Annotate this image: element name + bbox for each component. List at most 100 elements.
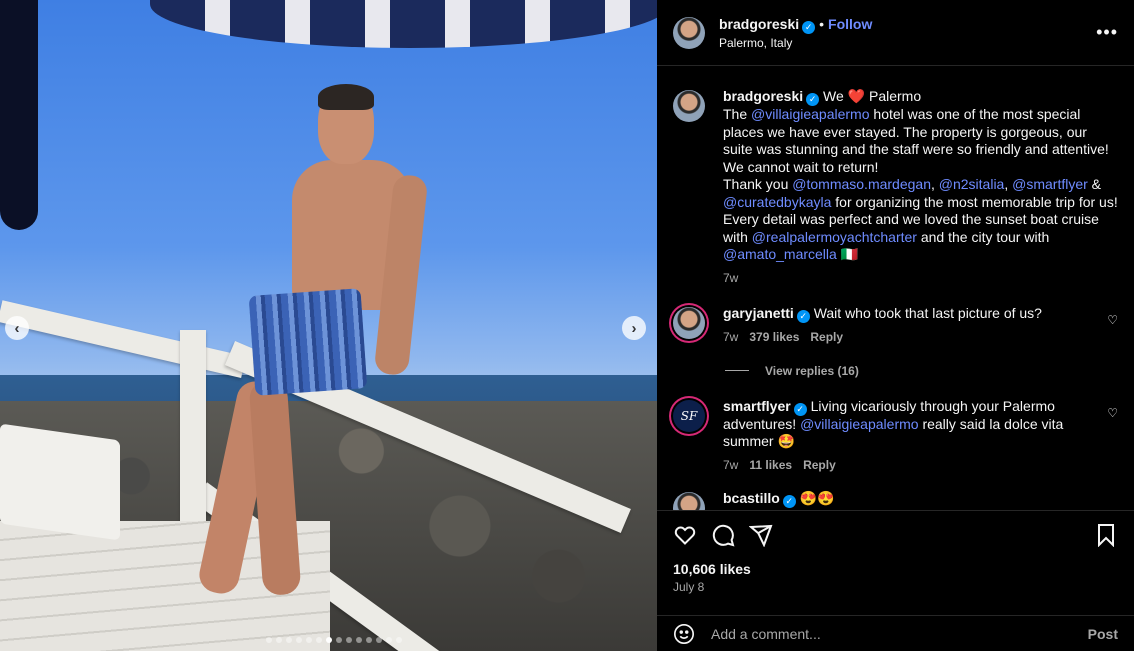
carousel-dot: [276, 637, 282, 643]
like-comment-heart-icon[interactable]: ♡: [1107, 313, 1118, 344]
comment-meta: 7w 11 likes Reply: [723, 458, 1099, 472]
emoji-picker-icon[interactable]: [673, 623, 695, 645]
follow-button[interactable]: Follow: [828, 16, 872, 32]
instagram-post-modal: ‹ › bradgoreski ✓ • Follow Palermo, Italy •…: [0, 0, 1134, 651]
comment-item: SF smartflyer ✓ Living vicariously throug…: [657, 398, 1134, 472]
caption-username[interactable]: bradgoreski: [723, 88, 803, 104]
commenter-avatar[interactable]: [673, 491, 705, 510]
comment-input[interactable]: [711, 625, 1088, 642]
carousel-dot: [266, 637, 272, 643]
mention-link[interactable]: @amato_marcella: [723, 246, 837, 262]
comment-body: bcastillo ✓ 😍😍: [723, 490, 1118, 511]
share-send-icon[interactable]: [749, 523, 773, 547]
add-comment-bar: Post: [657, 615, 1134, 651]
comment-text: garyjanetti ✓ Wait who took that last pic…: [723, 305, 1099, 323]
comment-body: smartflyer ✓ Living vicariously through y…: [723, 398, 1099, 472]
like-heart-icon[interactable]: [673, 523, 697, 547]
replies-divider-line: [725, 370, 749, 371]
more-options-icon[interactable]: •••: [1096, 22, 1118, 43]
carousel-dots: [266, 637, 402, 643]
carousel-dot: [306, 637, 312, 643]
caption-meta: 7w: [723, 271, 1118, 285]
comment-timestamp[interactable]: 7w: [723, 330, 738, 344]
caption-segment: Thank you: [723, 176, 793, 192]
save-bookmark-icon[interactable]: [1094, 523, 1118, 547]
comments-scroll-area[interactable]: bradgoreski ✓ We ❤️ Palermo The @villaigi…: [657, 66, 1134, 510]
verified-badge-icon: ✓: [782, 494, 796, 508]
post-location[interactable]: Palermo, Italy: [719, 36, 1096, 50]
carousel-dot: [386, 637, 392, 643]
mention-link[interactable]: @n2sitalia: [939, 176, 1005, 192]
commenter-username[interactable]: garyjanetti: [723, 305, 794, 321]
caption-segment: and the city tour with: [916, 228, 1050, 245]
carousel-dot: [336, 637, 342, 643]
post-comment-button[interactable]: Post: [1088, 626, 1118, 642]
caption-body: bradgoreski ✓ We ❤️ Palermo The @villaigi…: [723, 88, 1118, 285]
mention-link[interactable]: @villaigieapalermo: [751, 106, 870, 122]
caption-text: bradgoreski ✓ We ❤️ Palermo The @villaigi…: [723, 88, 1118, 264]
verified-badge-icon: ✓: [793, 402, 807, 416]
caption-segment: The: [723, 106, 752, 122]
caption-segment: We: [819, 88, 848, 104]
reply-button[interactable]: Reply: [803, 458, 836, 472]
carousel-dot: [356, 637, 362, 643]
author-info: bradgoreski ✓ • Follow Palermo, Italy: [719, 16, 1096, 50]
mention-link[interactable]: @realpalermoyachtcharter: [752, 229, 917, 245]
mention-link[interactable]: @curatedbykayla: [723, 194, 831, 210]
post-sidebar: bradgoreski ✓ • Follow Palermo, Italy ••• b…: [657, 0, 1134, 651]
reply-button[interactable]: Reply: [810, 330, 843, 344]
caption-segment: ,: [1004, 176, 1013, 192]
carousel-dot: [286, 637, 292, 643]
comment-timestamp[interactable]: 7w: [723, 458, 738, 472]
caption-segment: ,: [930, 176, 939, 192]
mention-link[interactable]: @smartflyer: [1012, 176, 1088, 192]
comment-item: bcastillo ✓ 😍😍: [657, 490, 1134, 511]
verified-badge-icon: ✓: [806, 93, 820, 106]
separator-dot: •: [819, 15, 825, 32]
view-replies-label: View replies (16): [765, 363, 859, 378]
carousel-dot: [366, 637, 372, 643]
carousel-next-button[interactable]: ›: [622, 316, 646, 340]
photo-person: [318, 84, 374, 110]
verified-badge-icon: ✓: [796, 309, 810, 323]
carousel-dot: [326, 637, 332, 643]
post-likes-count[interactable]: 10,606 likes: [673, 561, 751, 577]
photo-person-shorts: [248, 288, 368, 396]
like-comment-heart-icon[interactable]: ♡: [1107, 406, 1118, 472]
caption-entry: bradgoreski ✓ We ❤️ Palermo The @villaigi…: [657, 88, 1134, 285]
photo-lounge-chair: [0, 423, 120, 541]
carousel-dot: [396, 637, 402, 643]
caption-segment: &: [1087, 176, 1102, 192]
comment-likes-count[interactable]: 379 likes: [749, 330, 799, 344]
comment-body: garyjanetti ✓ Wait who took that last pic…: [723, 305, 1099, 344]
caption-timestamp[interactable]: 7w: [723, 271, 738, 285]
star-eyes-emoji: 🤩: [777, 433, 795, 449]
post-actions-bar: [657, 510, 1134, 558]
photo-railing: [180, 330, 206, 540]
author-avatar[interactable]: [673, 16, 705, 49]
comment-meta: 7w 379 likes Reply: [723, 330, 1099, 344]
carousel-dot: [316, 637, 322, 643]
post-date[interactable]: July 8: [673, 580, 704, 594]
commenter-username[interactable]: smartflyer: [723, 398, 791, 414]
photo-railing: [0, 300, 247, 378]
heart-emoji: ❤️: [847, 88, 866, 104]
author-username[interactable]: bradgoreski: [719, 16, 799, 32]
commenter-avatar[interactable]: SF: [673, 399, 705, 432]
comment-content: Wait who took that last picture of us?: [809, 304, 1042, 321]
carousel-prev-button[interactable]: ‹: [5, 316, 29, 340]
mention-link[interactable]: @villaigieapalermo: [800, 416, 919, 432]
commenter-avatar[interactable]: [673, 306, 705, 339]
post-header: bradgoreski ✓ • Follow Palermo, Italy •••: [657, 0, 1134, 66]
comment-likes-count[interactable]: 11 likes: [749, 458, 792, 472]
mention-link[interactable]: @tommaso.mardegan: [792, 176, 931, 192]
comment-bubble-icon[interactable]: [711, 523, 735, 547]
post-photo: ‹ ›: [0, 0, 657, 651]
comment-text: smartflyer ✓ Living vicariously through y…: [723, 398, 1099, 451]
commenter-username[interactable]: bcastillo: [723, 490, 780, 506]
photo-umbrella: [150, 0, 657, 48]
caption-author-avatar[interactable]: [673, 90, 705, 122]
photo-umbrella-pole: [0, 0, 38, 230]
carousel-dot: [346, 637, 352, 643]
view-replies-button[interactable]: View replies (16): [725, 364, 1134, 378]
